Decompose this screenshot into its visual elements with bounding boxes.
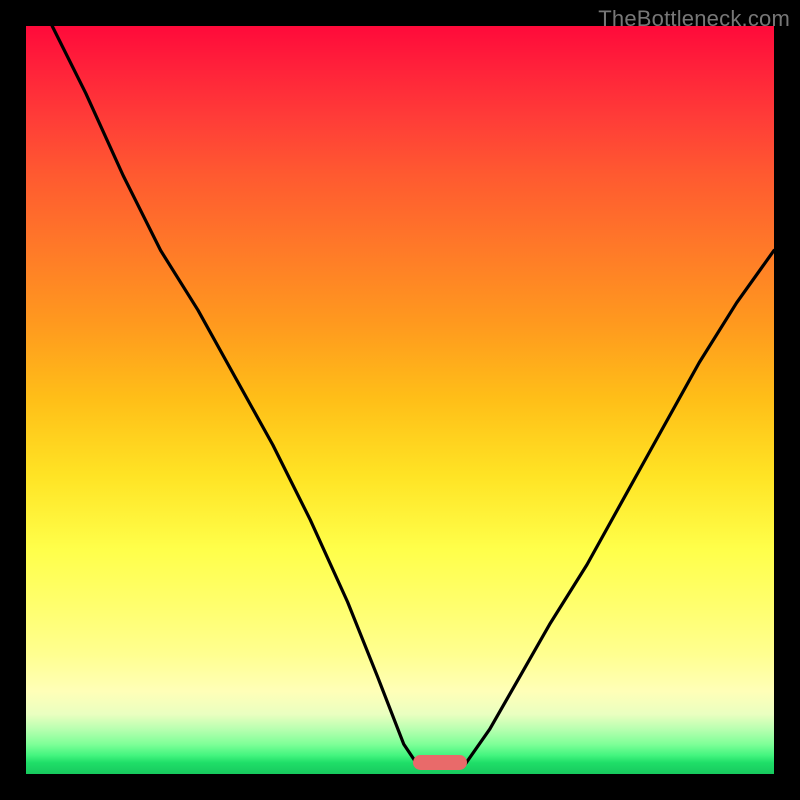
trough-marker [413,755,467,770]
watermark-text: TheBottleneck.com [598,6,790,32]
curve-right [464,250,774,766]
chart-frame [26,26,774,774]
curve-left [52,26,419,767]
curve-layer [26,26,774,774]
plot-area [26,26,774,774]
